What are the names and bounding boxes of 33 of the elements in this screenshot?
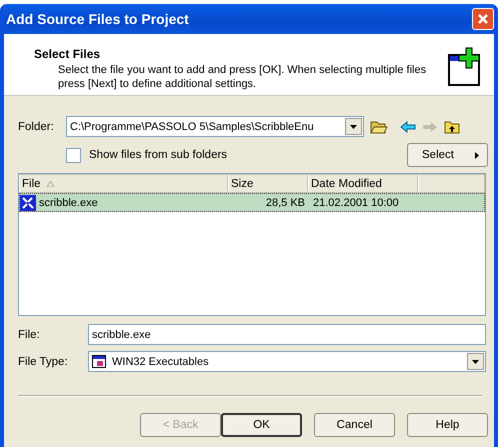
subfolders-checkbox[interactable]	[66, 148, 81, 162]
folder-up-icon[interactable]	[444, 120, 460, 134]
header-description: Select the file you want to add and press [OK]. When selecting multiple files press [Next] to define additional settings.	[57, 63, 428, 91]
column-header[interactable]: File	[19, 174, 228, 193]
dialog-button[interactable]: OK	[221, 413, 302, 437]
folder-label: Folder:	[18, 120, 55, 132]
file-type-dropdown[interactable]: WIN32 Executables	[88, 351, 486, 372]
caret-icon	[350, 124, 357, 128]
file-type-label: File Type:	[18, 356, 68, 368]
back-arrow-icon[interactable]	[400, 120, 416, 132]
sort-arrow-icon	[46, 180, 54, 186]
dialog-button[interactable]: Cancel	[314, 413, 395, 437]
close-button[interactable]	[472, 8, 494, 30]
column-header[interactable]: Date Modified	[308, 174, 418, 193]
date-cell-text: 21.02.2001 10:00	[312, 196, 400, 208]
column-header[interactable]: Size	[228, 174, 308, 193]
window-title: Add Source Files to Project	[6, 11, 189, 27]
subfolders-label: Show files from sub folders	[89, 149, 228, 161]
caret-icon	[472, 360, 479, 364]
size-cell-text: 28,5 KB	[264, 196, 306, 208]
add-file-icon	[448, 47, 482, 87]
file-input[interactable]: scribble.exe	[88, 324, 486, 345]
file-row[interactable]: scribble.exe 28,5 KB 21.02.2001 10:00	[19, 193, 485, 212]
file-label: File:	[18, 328, 41, 340]
dialog-button[interactable]: Help	[407, 413, 488, 437]
window-icon	[92, 355, 106, 368]
select-button[interactable]: Select	[407, 143, 488, 167]
file-name-cell: scribble.exe	[39, 196, 98, 208]
folder-dropdown[interactable]: C:\Programme\PASSOLO 5\Samples\ScribbleEnu	[66, 116, 364, 137]
menu-arrow-icon	[475, 152, 479, 158]
folder-icon[interactable]	[370, 120, 388, 134]
header-title: Select Files	[34, 47, 102, 61]
close-icon	[477, 13, 489, 25]
